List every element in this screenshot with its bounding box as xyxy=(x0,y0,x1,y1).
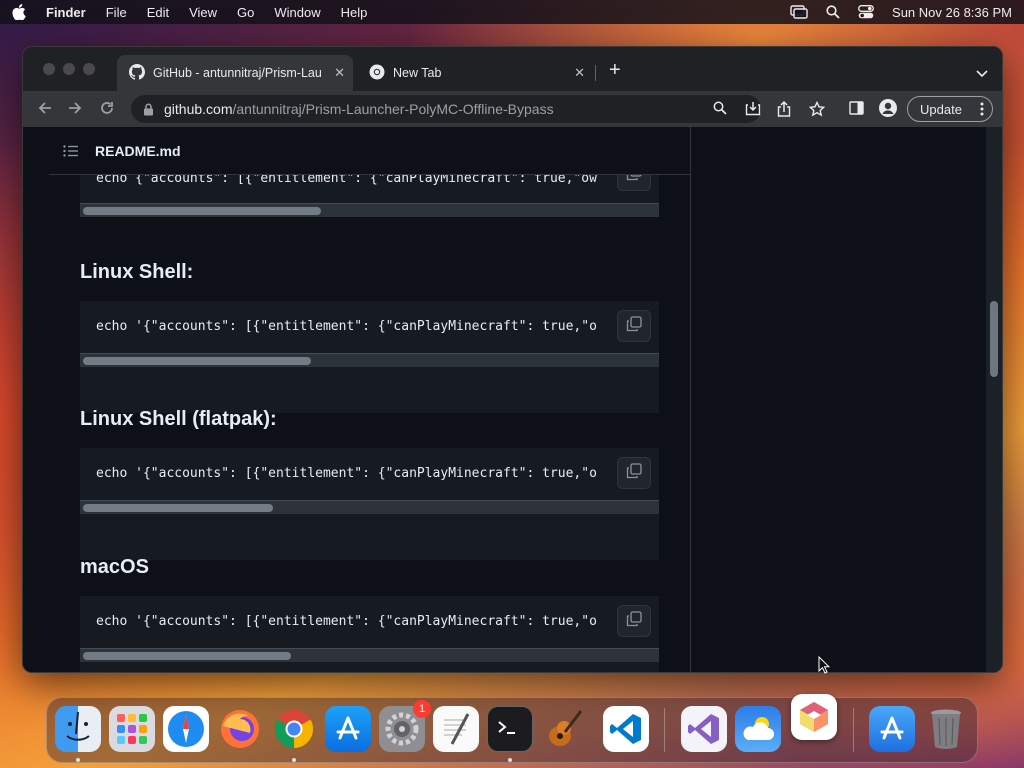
dock-separator xyxy=(853,708,854,752)
dock-separator xyxy=(664,708,665,752)
window-minimize-button[interactable] xyxy=(63,63,75,75)
copy-button[interactable] xyxy=(617,457,651,489)
lock-icon[interactable] xyxy=(143,103,154,116)
menu-clock[interactable]: Sun Nov 26 8:36 PM xyxy=(892,5,1012,20)
more-menu-icon[interactable] xyxy=(980,101,984,120)
weather-icon[interactable] xyxy=(735,706,781,752)
bookmark-star-icon[interactable] xyxy=(808,100,826,122)
browser-window: GitHub - antunnitraj/Prism-Lau ✕ New Tab… xyxy=(22,46,1003,673)
window-zoom-button[interactable] xyxy=(83,63,95,75)
readme-column: echo {"accounts": [{"entitlement": {"can… xyxy=(23,127,691,672)
menu-view[interactable]: View xyxy=(189,5,217,20)
section-heading: macOS xyxy=(80,556,149,578)
finder-icon[interactable] xyxy=(55,706,101,752)
back-arrow-icon[interactable] xyxy=(37,100,53,121)
visual-studio-code-icon[interactable] xyxy=(603,706,649,752)
code-block-macos: echo '{"accounts": [{"entitlement": {"ca… xyxy=(80,596,659,672)
horizontal-scrollbar[interactable] xyxy=(80,648,659,662)
side-panel-icon[interactable] xyxy=(849,101,864,120)
copy-button[interactable] xyxy=(617,605,651,637)
copy-icon xyxy=(626,610,642,632)
search-icon[interactable] xyxy=(713,101,727,120)
right-sidebar xyxy=(692,127,988,672)
window-close-button[interactable] xyxy=(43,63,55,75)
google-chrome-icon[interactable] xyxy=(271,706,317,752)
menu-app-name[interactable]: Finder xyxy=(46,5,86,20)
safari-icon[interactable] xyxy=(163,706,209,752)
url-host: github.com xyxy=(164,101,233,117)
notification-badge: 1 xyxy=(413,700,431,718)
horizontal-scrollbar[interactable] xyxy=(80,500,659,514)
horizontal-scrollbar[interactable] xyxy=(80,203,659,217)
outline-list-icon[interactable] xyxy=(63,144,79,157)
browser-toolbar: github.com/antunnitraj/Prism-Launcher-Po… xyxy=(23,91,1002,127)
tab-title: GitHub - antunnitraj/Prism-Lau xyxy=(153,66,322,80)
copy-icon xyxy=(626,315,642,337)
tab-github[interactable]: GitHub - antunnitraj/Prism-Lau ✕ xyxy=(117,55,353,91)
menu-help[interactable]: Help xyxy=(341,5,368,20)
copy-icon xyxy=(626,462,642,484)
running-indicator xyxy=(76,758,80,762)
trash-icon[interactable] xyxy=(923,706,969,752)
readme-file-header: README.md xyxy=(49,127,690,175)
new-tab-plus-icon[interactable]: + xyxy=(609,60,621,80)
close-tab-icon[interactable]: ✕ xyxy=(334,65,345,81)
menu-edit[interactable]: Edit xyxy=(147,5,169,20)
vertical-scrollbar[interactable] xyxy=(986,127,1002,672)
running-indicator xyxy=(508,758,512,762)
horizontal-scrollbar[interactable] xyxy=(80,353,659,367)
section-heading: Linux Shell: xyxy=(80,261,194,283)
garageband-icon[interactable] xyxy=(541,706,587,752)
forward-arrow-icon[interactable] xyxy=(67,100,83,121)
readme-file-name: README.md xyxy=(95,142,181,159)
share-icon[interactable] xyxy=(777,100,791,122)
github-icon xyxy=(129,63,145,83)
firefox-icon[interactable] xyxy=(217,706,263,752)
profile-avatar-icon[interactable] xyxy=(879,99,897,122)
copy-button[interactable] xyxy=(617,310,651,342)
screen-mirroring-icon[interactable] xyxy=(790,5,808,19)
reload-icon[interactable] xyxy=(99,100,115,121)
tab-title: New Tab xyxy=(393,66,442,80)
page-content: echo {"accounts": [{"entitlement": {"can… xyxy=(23,127,1002,672)
mouse-pointer-icon xyxy=(818,655,831,679)
code-text: echo '{"accounts": [{"entitlement": {"ca… xyxy=(96,319,597,334)
app-store-icon[interactable] xyxy=(325,706,371,752)
chrome-icon xyxy=(369,64,385,83)
applications-folder-icon[interactable] xyxy=(869,706,915,752)
tab-search-chevron-icon[interactable] xyxy=(976,65,988,83)
url-path: /antunnitraj/Prism-Launcher-PolyMC-Offli… xyxy=(232,101,554,117)
menu-file[interactable]: File xyxy=(106,5,127,20)
dock: 1 xyxy=(46,694,978,763)
prism-launcher-icon[interactable] xyxy=(791,694,837,740)
running-indicator xyxy=(292,758,296,762)
system-settings-icon[interactable]: 1 xyxy=(379,700,431,752)
menu-go[interactable]: Go xyxy=(237,5,254,20)
launchpad-icon[interactable] xyxy=(109,706,155,752)
spotlight-search-icon[interactable] xyxy=(826,5,840,19)
control-center-icon[interactable] xyxy=(858,5,874,19)
tab-strip: GitHub - antunnitraj/Prism-Lau ✕ New Tab… xyxy=(23,47,1002,91)
close-tab-icon[interactable]: ✕ xyxy=(574,65,585,81)
code-block-linux-flatpak: echo '{"accounts": [{"entitlement": {"ca… xyxy=(80,448,659,560)
textedit-icon[interactable] xyxy=(433,706,479,752)
menu-window[interactable]: Window xyxy=(274,5,320,20)
code-text: echo '{"accounts": [{"entitlement": {"ca… xyxy=(96,466,597,481)
code-block-linux-shell: echo '{"accounts": [{"entitlement": {"ca… xyxy=(80,301,659,413)
tab-separator xyxy=(595,65,596,81)
section-heading: Linux Shell (flatpak): xyxy=(80,408,277,430)
update-button[interactable]: Update xyxy=(907,96,993,122)
update-label: Update xyxy=(920,101,962,117)
code-text: echo '{"accounts": [{"entitlement": {"ca… xyxy=(96,614,597,629)
menu-bar: Finder File Edit View Go Window Help Sun… xyxy=(0,0,1024,24)
address-bar[interactable]: github.com/antunnitraj/Prism-Launcher-Po… xyxy=(131,95,761,123)
terminal-icon[interactable] xyxy=(487,706,533,752)
visual-studio-icon[interactable] xyxy=(681,706,727,752)
tab-new-tab[interactable]: New Tab ✕ xyxy=(357,55,593,91)
apple-icon[interactable] xyxy=(12,4,26,20)
install-app-icon[interactable] xyxy=(745,101,761,121)
